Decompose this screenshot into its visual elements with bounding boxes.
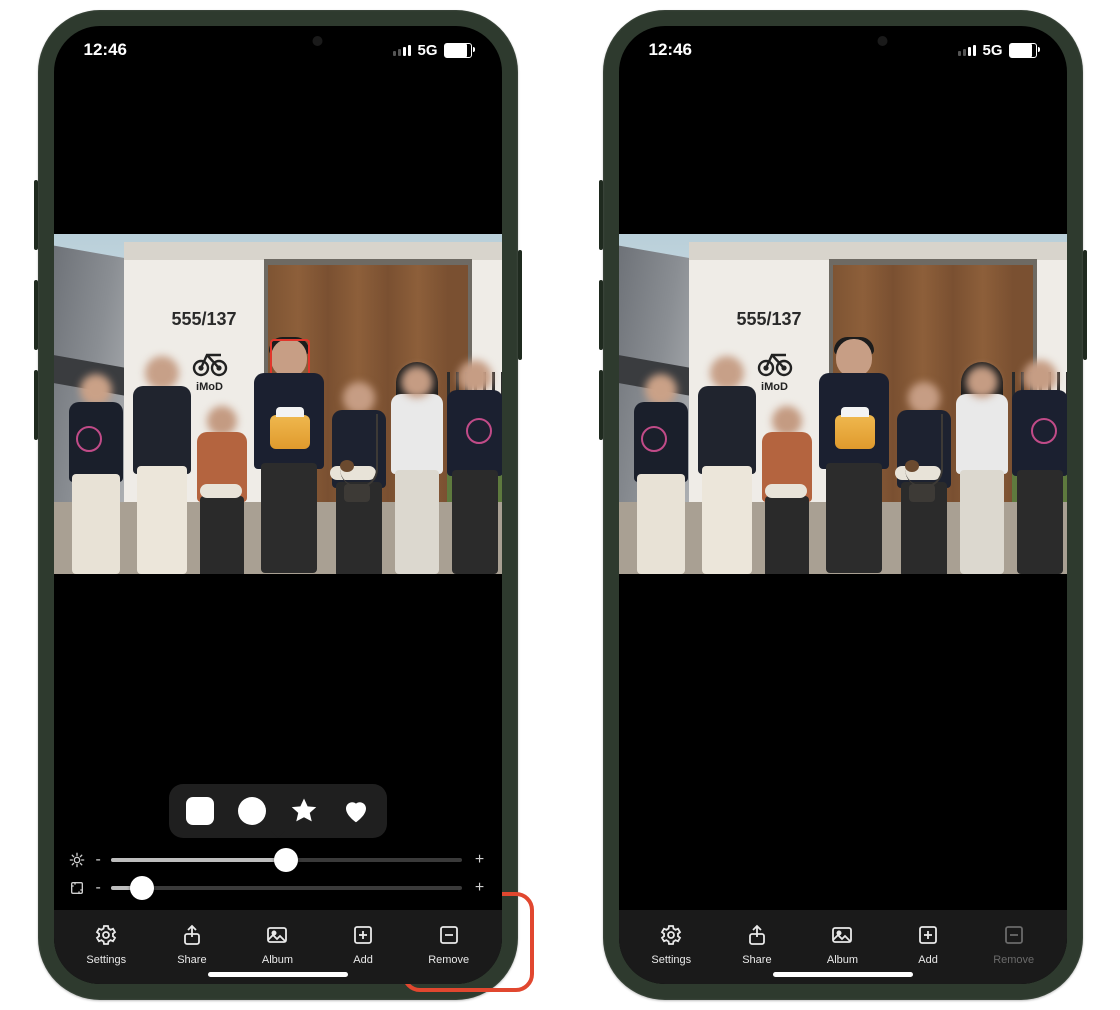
- minus-square-icon: [436, 922, 462, 948]
- notch: [760, 26, 925, 56]
- home-indicator[interactable]: [773, 972, 913, 977]
- add-tab[interactable]: Add: [893, 922, 963, 966]
- selected-face-person[interactable]: [248, 339, 330, 574]
- gear-icon: [93, 922, 119, 948]
- tab-label: Add: [353, 954, 373, 966]
- album-icon: [829, 922, 855, 948]
- minus-square-icon: [1001, 922, 1027, 948]
- tab-label: Add: [918, 954, 938, 966]
- people: [619, 344, 1067, 574]
- cellular-bars-icon: [393, 45, 411, 56]
- status-right: 5G: [958, 42, 1036, 59]
- notch: [195, 26, 360, 56]
- photo-address-text: 555/137: [737, 309, 802, 330]
- tab-label: Remove: [993, 954, 1034, 966]
- share-tab[interactable]: Share: [157, 922, 227, 966]
- network-label: 5G: [982, 42, 1002, 59]
- slider-plus[interactable]: +: [472, 851, 488, 869]
- size-icon: [68, 880, 86, 896]
- share-icon: [179, 922, 205, 948]
- size-slider[interactable]: - +: [68, 874, 488, 902]
- battery-icon: [444, 43, 472, 58]
- home-indicator[interactable]: [208, 972, 348, 977]
- gear-icon: [658, 922, 684, 948]
- tab-label: Share: [742, 954, 771, 966]
- tab-label: Album: [262, 954, 293, 966]
- remove-tab: Remove: [979, 922, 1049, 966]
- square-shape[interactable]: [183, 794, 217, 828]
- status-time: 12:46: [649, 40, 692, 60]
- controls-panel: - + - +: [54, 784, 502, 910]
- circle-shape[interactable]: [235, 794, 269, 828]
- heart-shape[interactable]: [339, 794, 373, 828]
- status-time: 12:46: [84, 40, 127, 60]
- share-tab[interactable]: Share: [722, 922, 792, 966]
- tab-label: Share: [177, 954, 206, 966]
- phone-right: 12:46 5G 555/137 iMoD: [603, 10, 1083, 1000]
- remove-tab[interactable]: Remove: [414, 922, 484, 966]
- controls-panel: [619, 784, 1067, 910]
- photo-address-text: 555/137: [172, 309, 237, 330]
- add-tab[interactable]: Add: [328, 922, 398, 966]
- plus-square-icon: [350, 922, 376, 948]
- album-icon: [264, 922, 290, 948]
- photo-preview[interactable]: 555/137 iMoD: [54, 234, 502, 574]
- tab-label: Settings: [651, 954, 691, 966]
- screen: 12:46 5G 555/137 iMoD: [619, 26, 1067, 984]
- album-tab[interactable]: Album: [807, 922, 877, 966]
- screen: 12:46 5G 555/137 iMoD: [54, 26, 502, 984]
- tab-label: Album: [827, 954, 858, 966]
- star-shape[interactable]: [287, 794, 321, 828]
- cellular-bars-icon: [958, 45, 976, 56]
- settings-tab[interactable]: Settings: [636, 922, 706, 966]
- settings-tab[interactable]: Settings: [71, 922, 141, 966]
- blur-slider[interactable]: - +: [68, 846, 488, 874]
- slider-minus[interactable]: -: [96, 851, 101, 869]
- slider-plus[interactable]: +: [472, 879, 488, 897]
- battery-icon: [1009, 43, 1037, 58]
- share-icon: [744, 922, 770, 948]
- tab-label: Remove: [428, 954, 469, 966]
- network-label: 5G: [417, 42, 437, 59]
- people: [54, 344, 502, 574]
- tab-label: Settings: [86, 954, 126, 966]
- brightness-icon: [68, 852, 86, 868]
- album-tab[interactable]: Album: [242, 922, 312, 966]
- phone-left: 12:46 5G 555/137 iMoD: [38, 10, 518, 1000]
- photo-preview[interactable]: 555/137 iMoD: [619, 234, 1067, 574]
- slider-minus[interactable]: -: [96, 879, 101, 897]
- plus-square-icon: [915, 922, 941, 948]
- status-right: 5G: [393, 42, 471, 59]
- shape-picker: [169, 784, 387, 838]
